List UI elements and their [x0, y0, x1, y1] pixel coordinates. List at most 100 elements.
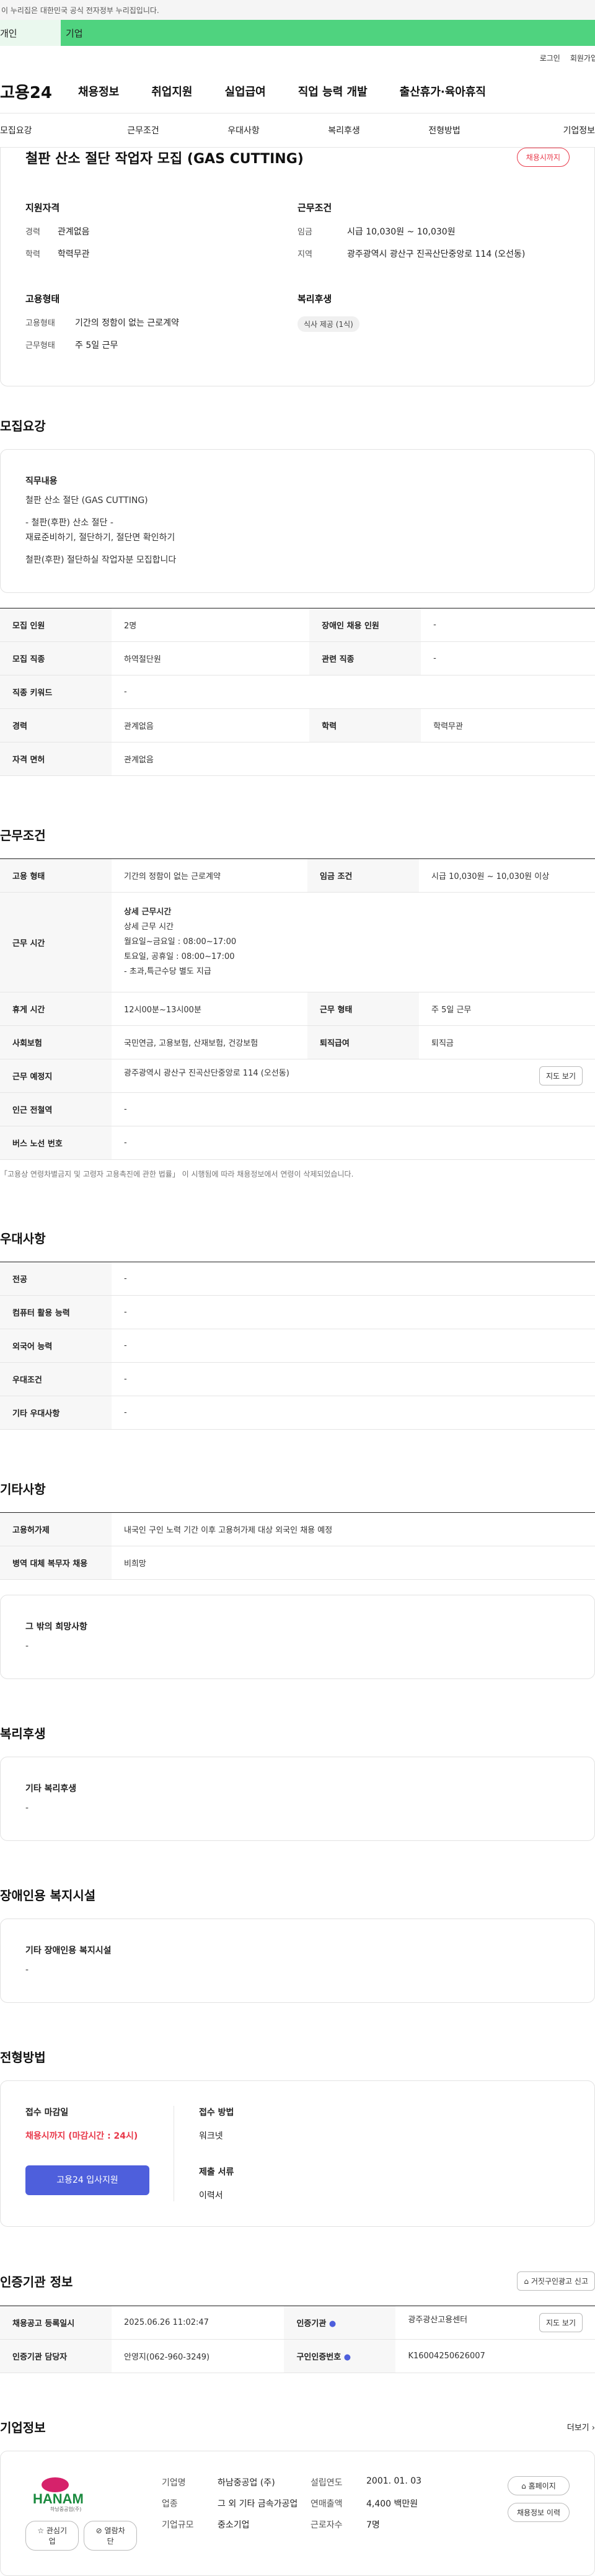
etc-table: 고용허가제 내국인 구인 노력 기간 이후 고용허가제 대상 외국인 채용 예정 … — [0, 1512, 595, 1580]
org-map-button[interactable]: 지도 보기 — [539, 2313, 583, 2332]
place-value: 광주광역시 광산구 진곡산단중앙로 114 (오선동) — [124, 1069, 289, 1078]
welfare-box-heading: 기타 복리후생 — [25, 1784, 77, 1794]
join-link[interactable]: 회원가입 — [570, 53, 595, 63]
fav-button[interactable]: ☆ 관심기업 — [25, 2521, 79, 2551]
gnb-item-support[interactable]: 취업지원 — [151, 83, 192, 99]
table-row: 인증기관 담당자 안영지(062-960-3249) 구인인증번호 ● K160042… — [0, 2339, 595, 2373]
cell-value: K16004250626007 — [395, 2339, 595, 2373]
anchor-welfare[interactable]: 복리후생 — [294, 124, 394, 136]
deadline-value: 채용시까지 (마감시간 : 24시) — [25, 2131, 138, 2141]
cell-value: 기간의 정함이 없는 근로계약 — [112, 858, 308, 893]
anchor-recruit[interactable]: 모집요강 — [0, 124, 93, 136]
cell-label: 근무 예정지 — [0, 1059, 112, 1093]
block-button[interactable]: ⊘ 열람차단 — [84, 2521, 137, 2551]
loc-label: 지역 — [298, 250, 312, 259]
info-value: 하남중공업 (주) — [218, 2478, 275, 2488]
map-button[interactable]: 지도 보기 — [539, 1066, 583, 1085]
disabled-box-value: - — [25, 1965, 29, 1975]
cell-value: - — [112, 1396, 595, 1430]
gnb-item-jobs[interactable]: 채용정보 — [78, 83, 119, 99]
duty-line — [25, 508, 570, 515]
cell-value: - — [112, 1362, 595, 1396]
anchor-conditions[interactable]: 근무조건 — [93, 124, 193, 136]
cell-label: 전공 — [0, 1262, 112, 1296]
career-label: 경력 — [25, 228, 40, 237]
edu-label: 학력 — [25, 250, 40, 259]
tab-company[interactable]: 기업 — [61, 20, 595, 46]
login-link[interactable]: 로그인 — [540, 53, 560, 63]
cell-value: 광주광산고용센터 지도 보기 — [395, 2306, 595, 2340]
gnb-item-benefit[interactable]: 실업급여 — [225, 83, 266, 99]
table-row: 직종 키워드 - — [0, 675, 595, 709]
cell-label: 모집 직종 — [0, 641, 112, 675]
logo-text: HANAM — [33, 2491, 84, 2507]
company-info: 기업명 하남중공업 (주) 설립연도 2001. 01. 03 업종 그 외 기타 금… — [162, 2476, 508, 2531]
site-logo[interactable]: 고용24 — [0, 80, 62, 103]
cell-label: 컴퓨터 활용 능력 — [0, 1295, 112, 1329]
table-row: 컴퓨터 활용 능력 - — [0, 1295, 595, 1329]
cell-value: 시급 10,030원 ~ 10,030원 이상 — [419, 858, 595, 893]
cell-value: 국민연금, 고용보험, 산재보험, 건강보험 — [112, 1025, 308, 1059]
table-row: 병역 대체 복무자 채용 비희망 — [0, 1546, 595, 1580]
table-row: 고용허가제 내국인 구인 노력 기간 이후 고용허가제 대상 외국인 채용 예정 — [0, 1512, 595, 1546]
apply-button[interactable]: 고용24 입사지원 — [25, 2165, 149, 2195]
info-icon[interactable]: ● — [329, 2319, 336, 2329]
user-type-tabs: 개인 기업 — [0, 20, 595, 46]
cell-value: 관계없음 — [112, 742, 595, 776]
info-value: 4,400 백만원 — [366, 2499, 418, 2509]
conditions-table: 고용 형태 기간의 정함이 없는 근로계약 임금 조건 시급 10,030원 ~ 10… — [0, 858, 595, 1160]
time-line: 토요일, 공휴일 : 08:00~17:00 — [124, 952, 235, 961]
cell-label: 병역 대체 복무자 채용 — [0, 1546, 112, 1580]
cell-value: - — [421, 641, 595, 675]
history-button[interactable]: 채용정보 이력 — [507, 2503, 570, 2522]
welfare-heading: 복리후생 — [298, 293, 332, 305]
conditions-section-title: 근무조건 — [0, 828, 46, 843]
info-label: 연매출액 — [311, 2499, 343, 2509]
cell-label: 고용 형태 — [0, 858, 112, 893]
org-label: 인증기관 — [296, 2319, 327, 2329]
table-row: 인근 전철역 - — [0, 1092, 595, 1126]
global-nav: 고용24 채용정보 취업지원 실업급여 직업 능력 개발 출산휴가·육아휴직 — [0, 69, 595, 113]
preference-table: 전공 - 컴퓨터 활용 능력 - 외국어 능력 - 우대조건 - 기타 우대사항 - — [0, 1262, 595, 1430]
block-label: 열람차단 — [104, 2526, 125, 2546]
wish-box: 그 밖의 희망사항 - — [0, 1595, 595, 1679]
gnb-item-leave[interactable]: 출산휴가·육아휴직 — [400, 83, 486, 99]
cert-section-title: 인증기관 정보 — [0, 2275, 73, 2289]
wish-value: - — [25, 1641, 29, 1651]
deadline-heading: 접수 마감일 — [25, 2108, 69, 2118]
tab-personal[interactable]: 개인 — [0, 20, 61, 46]
company-more-link[interactable]: 더보기 › — [567, 2421, 595, 2433]
anchor-process[interactable]: 전형방법 — [394, 124, 495, 136]
table-row: 모집 인원 2명 장애인 채용 인원 - — [0, 608, 595, 642]
career-value: 관계없음 — [58, 227, 90, 237]
cell-label: 인근 전철역 — [0, 1092, 112, 1126]
method-heading: 접수 방법 — [199, 2108, 234, 2118]
process-box: 접수 마감일 채용시까지 (마감시간 : 24시) 고용24 입사지원 접수 방… — [0, 2080, 595, 2227]
gnb-item-training[interactable]: 직업 능력 개발 — [298, 83, 368, 99]
anchor-preference[interactable]: 우대사항 — [193, 124, 294, 136]
org-value: 광주광산고용센터 — [408, 2315, 468, 2325]
chevron-right-icon: › — [591, 2423, 595, 2433]
recruit-table: 모집 인원 2명 장애인 채용 인원 - 모집 직종 하역절단원 관련 직종 - 직종 키워… — [0, 608, 595, 776]
wage-value: 시급 10,030원 ~ 10,030원 — [347, 227, 456, 237]
time-line: 상세 근무 시간 — [124, 922, 174, 932]
report-button[interactable]: ⌂ 거짓구인광고 신고 — [517, 2271, 595, 2291]
disabled-section-title: 장애인용 복지시설 — [0, 1888, 96, 1903]
cell-label: 외국어 능력 — [0, 1329, 112, 1363]
info-icon[interactable]: ● — [344, 2353, 351, 2362]
anchor-company[interactable]: 기업정보 — [495, 124, 595, 136]
homepage-label: 홈페이지 — [528, 2482, 556, 2490]
cell-value: 2명 — [112, 608, 310, 642]
logo-subtext: 하남중공업(주) — [50, 2506, 81, 2512]
disabled-box-heading: 기타 장애인용 복지시설 — [25, 1946, 112, 1956]
homepage-button[interactable]: ⌂ 홈페이지 — [507, 2476, 570, 2495]
cell-label: 구인인증번호 ● — [284, 2339, 396, 2373]
cell-value: - — [112, 1329, 595, 1363]
duty-line: 철판 산소 절단 (GAS CUTTING) — [25, 496, 148, 506]
welfare-box-value: - — [25, 1803, 29, 1813]
emptype-value: 기간의 정함이 없는 근로계약 — [75, 318, 179, 328]
info-label: 기업규모 — [162, 2520, 194, 2530]
report-button-label: 거짓구인광고 신고 — [531, 2277, 588, 2286]
cell-label: 버스 노선 번호 — [0, 1126, 112, 1160]
preference-section-title: 우대사항 — [0, 1231, 46, 1246]
